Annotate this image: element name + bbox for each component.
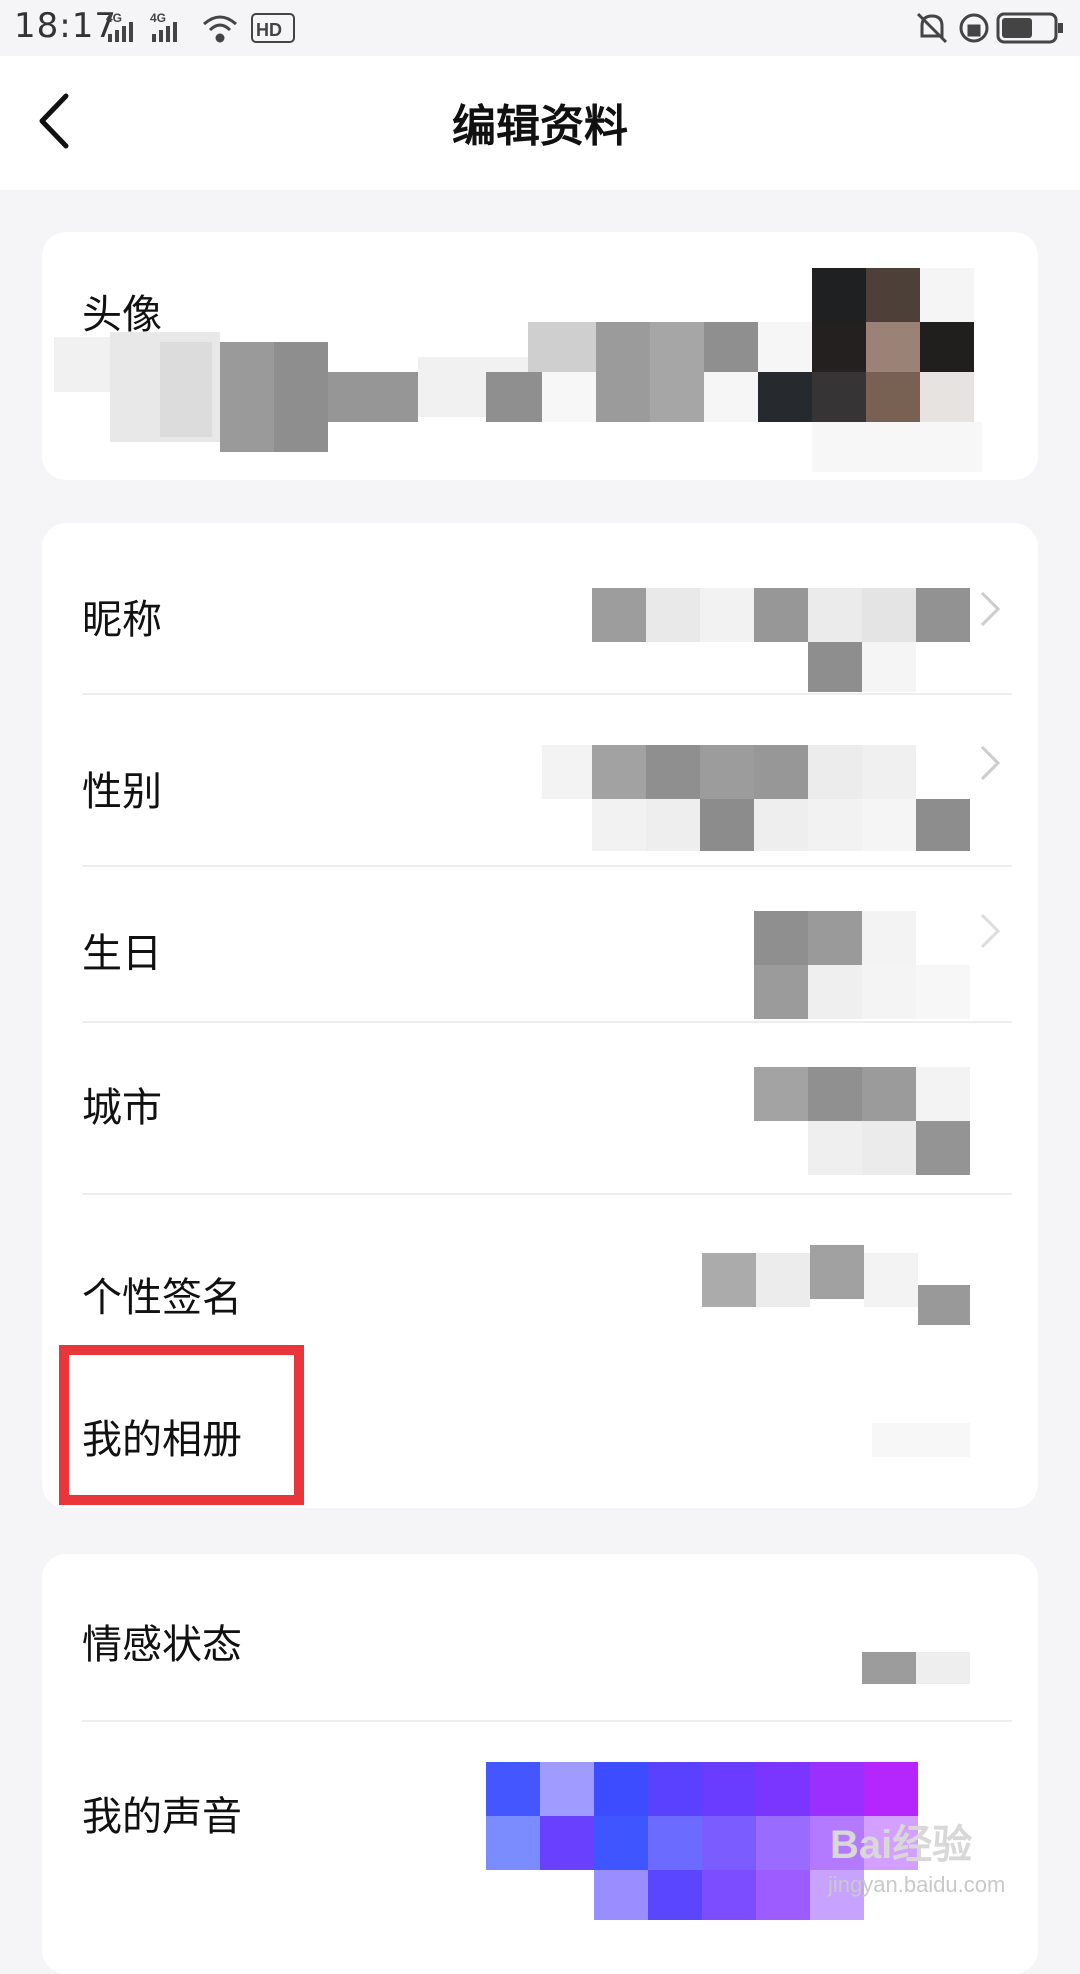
- censored-value: [42, 1554, 1038, 1722]
- baidu-jingyan-watermark: Bai经验 jingyan.baidu.com: [820, 1802, 1050, 1912]
- page-title: 编辑资料: [452, 101, 628, 152]
- status-left-icons: 4G 4G HD: [106, 11, 295, 43]
- watermark-logo: Bai经验: [830, 1823, 973, 1867]
- wifi-icon: [203, 15, 237, 43]
- hd-icon: HD: [251, 13, 295, 43]
- battery-icon: [996, 12, 1063, 44]
- status-time: 18:17: [14, 6, 117, 46]
- watermark-url: jingyan.baidu.com: [828, 1872, 1006, 1897]
- nickname-row[interactable]: 昵称: [42, 523, 1038, 695]
- bell-off-icon: [916, 12, 948, 44]
- censored-value: [42, 523, 1038, 695]
- signature-row[interactable]: 个性签名: [42, 1195, 1038, 1345]
- gender-row[interactable]: 性别: [42, 695, 1038, 867]
- svg-text:4G: 4G: [106, 11, 122, 25]
- city-row[interactable]: 城市: [42, 1023, 1038, 1195]
- avatar-row[interactable]: 头像: [42, 232, 1038, 480]
- chevron-right-icon: [980, 745, 1001, 781]
- svg-text:4G: 4G: [150, 11, 166, 25]
- avatar-card[interactable]: 头像: [42, 232, 1038, 480]
- censored-value: [42, 1195, 1038, 1345]
- svg-text:HD: HD: [256, 20, 282, 40]
- chevron-right-icon: [980, 913, 1001, 949]
- relationship-status-row[interactable]: 情感状态: [42, 1554, 1038, 1722]
- birthday-row[interactable]: 生日: [42, 867, 1038, 1023]
- lock-rotation-icon: [959, 13, 989, 43]
- status-right-icons: [916, 12, 1063, 44]
- censored-value: [42, 1023, 1038, 1195]
- censored-area: [42, 232, 1038, 480]
- censored-value: [42, 695, 1038, 867]
- nav-bar: 编辑资料: [0, 56, 1080, 190]
- 4g-signal-icon: 4G: [106, 11, 133, 42]
- chevron-right-icon: [980, 591, 1001, 627]
- 4g-signal-icon: 4G: [150, 11, 177, 42]
- censored-value: [42, 867, 1038, 1023]
- status-bar: 18:17 4G 4G HD: [0, 0, 1080, 56]
- highlight-annotation: [59, 1345, 304, 1505]
